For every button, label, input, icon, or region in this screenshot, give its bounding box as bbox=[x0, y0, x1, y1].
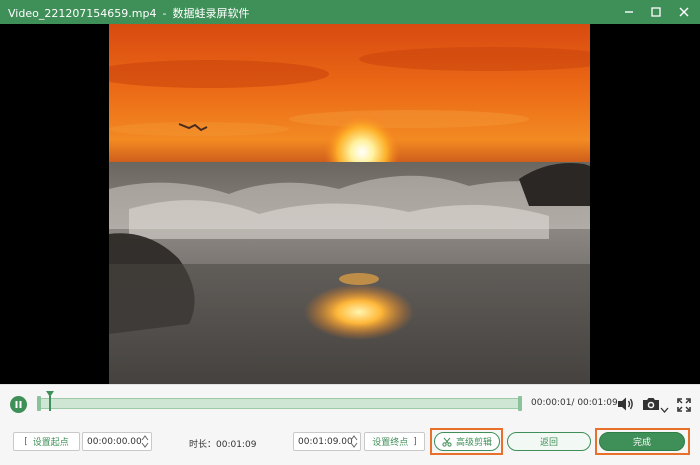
duration-label: 时长：00:01:09 bbox=[189, 440, 257, 450]
camera-icon bbox=[643, 398, 659, 410]
stepper-icon[interactable] bbox=[141, 434, 149, 449]
trim-end-handle[interactable] bbox=[518, 396, 522, 411]
start-time-field[interactable]: 00:00:00.00 bbox=[82, 432, 152, 451]
volume-icon bbox=[618, 397, 633, 411]
title-separator: - bbox=[162, 7, 167, 20]
finish-button[interactable]: 完成 bbox=[599, 432, 685, 451]
minimize-button[interactable] bbox=[615, 0, 643, 24]
end-time-value: 00:01:09.00 bbox=[298, 436, 353, 447]
pause-icon bbox=[15, 401, 22, 408]
scissors-icon bbox=[442, 437, 452, 447]
maximize-button[interactable] bbox=[642, 0, 670, 24]
volume-button[interactable] bbox=[617, 396, 635, 416]
video-frame bbox=[109, 24, 590, 384]
start-time-value: 00:00:00.00 bbox=[87, 436, 142, 447]
file-name: Video_221207154659.mp4 bbox=[8, 7, 157, 20]
set-end-label: 设置终点 bbox=[372, 438, 409, 448]
title-bar: Video_221207154659.mp4- 数据蛙录屏软件 bbox=[0, 0, 700, 24]
trim-start-handle[interactable] bbox=[37, 396, 41, 411]
maximize-icon bbox=[651, 7, 661, 17]
chevron-down-icon bbox=[660, 407, 669, 413]
screenshot-dropdown[interactable] bbox=[660, 399, 669, 418]
app-window: Video_221207154659.mp4- 数据蛙录屏软件 00:00:01… bbox=[0, 0, 700, 465]
advanced-edit-label: 高级剪辑 bbox=[455, 438, 492, 448]
timeline-track[interactable] bbox=[37, 398, 522, 409]
fullscreen-button[interactable] bbox=[677, 397, 691, 416]
bracket-right-icon: ] bbox=[413, 436, 417, 447]
end-time-field[interactable]: 00:01:09.00 bbox=[293, 432, 361, 451]
app-name: 数据蛙录屏软件 bbox=[172, 7, 250, 20]
playhead-line bbox=[49, 396, 51, 411]
time-display: 00:00:01/ 00:01:09 bbox=[531, 398, 618, 408]
fullscreen-icon bbox=[677, 398, 691, 412]
set-start-label: 设置起点 bbox=[32, 438, 69, 448]
set-end-button[interactable]: 设置终点 ] bbox=[364, 432, 425, 451]
play-pause-button[interactable] bbox=[10, 396, 27, 413]
close-button[interactable] bbox=[670, 0, 698, 24]
sunset-video-image bbox=[109, 24, 590, 384]
bracket-left-icon: [ bbox=[24, 436, 28, 447]
timeline-slider[interactable] bbox=[37, 391, 522, 411]
advanced-edit-button[interactable]: 高级剪辑 bbox=[434, 432, 500, 451]
minimize-icon bbox=[625, 11, 633, 13]
window-title: Video_221207154659.mp4- 数据蛙录屏软件 bbox=[8, 5, 249, 21]
back-button[interactable]: 返回 bbox=[507, 432, 591, 451]
stepper-icon[interactable] bbox=[350, 434, 358, 449]
close-icon bbox=[679, 7, 689, 17]
screenshot-button[interactable] bbox=[642, 396, 660, 416]
set-start-button[interactable]: [ 设置起点 bbox=[13, 432, 80, 451]
control-panel: 00:00:01/ 00:01:09 [设置起点 00:00:00.00 时长… bbox=[0, 384, 700, 465]
video-preview-area[interactable] bbox=[0, 24, 700, 384]
